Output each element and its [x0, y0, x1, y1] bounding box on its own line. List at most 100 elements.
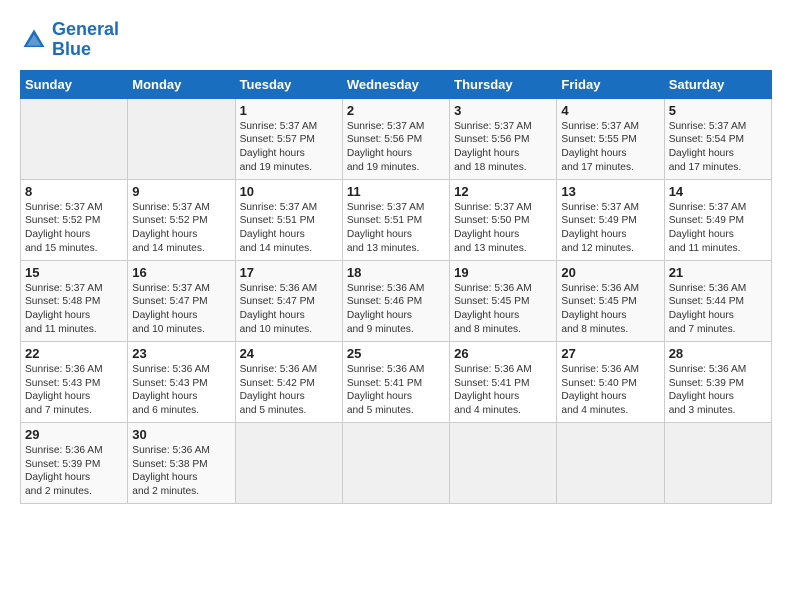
day-number: 24 [240, 346, 338, 361]
day-cell: 18 Sunrise: 5:36 AM Sunset: 5:46 PM Dayl… [342, 260, 449, 341]
day-cell: 22 Sunrise: 5:36 AM Sunset: 5:43 PM Dayl… [21, 341, 128, 422]
header-day-friday: Friday [557, 70, 664, 98]
logo-text: GeneralBlue [52, 20, 119, 60]
day-info: Sunrise: 5:36 AM Sunset: 5:39 PM Dayligh… [669, 363, 767, 418]
day-info: Sunrise: 5:37 AM Sunset: 5:50 PM Dayligh… [454, 201, 552, 256]
day-cell: 27 Sunrise: 5:36 AM Sunset: 5:40 PM Dayl… [557, 341, 664, 422]
day-cell: 3 Sunrise: 5:37 AM Sunset: 5:56 PM Dayli… [450, 98, 557, 179]
day-cell: 11 Sunrise: 5:37 AM Sunset: 5:51 PM Dayl… [342, 179, 449, 260]
day-info: Sunrise: 5:36 AM Sunset: 5:40 PM Dayligh… [561, 363, 659, 418]
week-row-4: 22 Sunrise: 5:36 AM Sunset: 5:43 PM Dayl… [21, 341, 772, 422]
day-number: 23 [132, 346, 230, 361]
day-number: 28 [669, 346, 767, 361]
header-day-wednesday: Wednesday [342, 70, 449, 98]
day-cell: 2 Sunrise: 5:37 AM Sunset: 5:56 PM Dayli… [342, 98, 449, 179]
day-cell: 1 Sunrise: 5:37 AM Sunset: 5:57 PM Dayli… [235, 98, 342, 179]
day-info: Sunrise: 5:37 AM Sunset: 5:55 PM Dayligh… [561, 120, 659, 175]
day-number: 25 [347, 346, 445, 361]
day-number: 27 [561, 346, 659, 361]
day-info: Sunrise: 5:37 AM Sunset: 5:47 PM Dayligh… [132, 282, 230, 337]
day-cell: 9 Sunrise: 5:37 AM Sunset: 5:52 PM Dayli… [128, 179, 235, 260]
day-info: Sunrise: 5:36 AM Sunset: 5:44 PM Dayligh… [669, 282, 767, 337]
calendar-header: SundayMondayTuesdayWednesdayThursdayFrid… [21, 70, 772, 98]
day-info: Sunrise: 5:36 AM Sunset: 5:45 PM Dayligh… [454, 282, 552, 337]
day-number: 12 [454, 184, 552, 199]
day-cell [342, 422, 449, 503]
day-cell: 26 Sunrise: 5:36 AM Sunset: 5:41 PM Dayl… [450, 341, 557, 422]
day-cell: 23 Sunrise: 5:36 AM Sunset: 5:43 PM Dayl… [128, 341, 235, 422]
day-cell: 24 Sunrise: 5:36 AM Sunset: 5:42 PM Dayl… [235, 341, 342, 422]
day-info: Sunrise: 5:37 AM Sunset: 5:56 PM Dayligh… [454, 120, 552, 175]
day-info: Sunrise: 5:37 AM Sunset: 5:49 PM Dayligh… [561, 201, 659, 256]
day-cell: 30 Sunrise: 5:36 AM Sunset: 5:38 PM Dayl… [128, 422, 235, 503]
day-cell: 5 Sunrise: 5:37 AM Sunset: 5:54 PM Dayli… [664, 98, 771, 179]
day-cell [128, 98, 235, 179]
day-info: Sunrise: 5:36 AM Sunset: 5:43 PM Dayligh… [132, 363, 230, 418]
day-cell: 13 Sunrise: 5:37 AM Sunset: 5:49 PM Dayl… [557, 179, 664, 260]
header-day-thursday: Thursday [450, 70, 557, 98]
day-number: 26 [454, 346, 552, 361]
day-info: Sunrise: 5:37 AM Sunset: 5:49 PM Dayligh… [669, 201, 767, 256]
day-info: Sunrise: 5:36 AM Sunset: 5:45 PM Dayligh… [561, 282, 659, 337]
week-row-5: 29 Sunrise: 5:36 AM Sunset: 5:39 PM Dayl… [21, 422, 772, 503]
week-row-2: 8 Sunrise: 5:37 AM Sunset: 5:52 PM Dayli… [21, 179, 772, 260]
day-number: 10 [240, 184, 338, 199]
page-header: GeneralBlue [20, 20, 772, 60]
day-cell: 4 Sunrise: 5:37 AM Sunset: 5:55 PM Dayli… [557, 98, 664, 179]
day-info: Sunrise: 5:37 AM Sunset: 5:57 PM Dayligh… [240, 120, 338, 175]
day-number: 30 [132, 427, 230, 442]
day-number: 11 [347, 184, 445, 199]
day-cell [664, 422, 771, 503]
day-number: 5 [669, 103, 767, 118]
day-info: Sunrise: 5:37 AM Sunset: 5:52 PM Dayligh… [132, 201, 230, 256]
day-number: 13 [561, 184, 659, 199]
day-cell [21, 98, 128, 179]
logo: GeneralBlue [20, 20, 119, 60]
day-info: Sunrise: 5:36 AM Sunset: 5:38 PM Dayligh… [132, 444, 230, 499]
day-info: Sunrise: 5:37 AM Sunset: 5:48 PM Dayligh… [25, 282, 123, 337]
day-number: 21 [669, 265, 767, 280]
day-number: 17 [240, 265, 338, 280]
day-cell: 8 Sunrise: 5:37 AM Sunset: 5:52 PM Dayli… [21, 179, 128, 260]
day-info: Sunrise: 5:37 AM Sunset: 5:54 PM Dayligh… [669, 120, 767, 175]
day-info: Sunrise: 5:36 AM Sunset: 5:47 PM Dayligh… [240, 282, 338, 337]
header-day-sunday: Sunday [21, 70, 128, 98]
day-cell: 16 Sunrise: 5:37 AM Sunset: 5:47 PM Dayl… [128, 260, 235, 341]
day-number: 4 [561, 103, 659, 118]
day-cell: 12 Sunrise: 5:37 AM Sunset: 5:50 PM Dayl… [450, 179, 557, 260]
day-number: 8 [25, 184, 123, 199]
day-info: Sunrise: 5:36 AM Sunset: 5:42 PM Dayligh… [240, 363, 338, 418]
day-number: 18 [347, 265, 445, 280]
day-number: 19 [454, 265, 552, 280]
day-cell: 29 Sunrise: 5:36 AM Sunset: 5:39 PM Dayl… [21, 422, 128, 503]
day-cell: 28 Sunrise: 5:36 AM Sunset: 5:39 PM Dayl… [664, 341, 771, 422]
day-number: 29 [25, 427, 123, 442]
day-info: Sunrise: 5:36 AM Sunset: 5:43 PM Dayligh… [25, 363, 123, 418]
week-row-3: 15 Sunrise: 5:37 AM Sunset: 5:48 PM Dayl… [21, 260, 772, 341]
day-cell: 17 Sunrise: 5:36 AM Sunset: 5:47 PM Dayl… [235, 260, 342, 341]
day-info: Sunrise: 5:36 AM Sunset: 5:46 PM Dayligh… [347, 282, 445, 337]
header-day-saturday: Saturday [664, 70, 771, 98]
day-cell: 15 Sunrise: 5:37 AM Sunset: 5:48 PM Dayl… [21, 260, 128, 341]
calendar-table: SundayMondayTuesdayWednesdayThursdayFrid… [20, 70, 772, 504]
day-cell: 20 Sunrise: 5:36 AM Sunset: 5:45 PM Dayl… [557, 260, 664, 341]
day-info: Sunrise: 5:36 AM Sunset: 5:41 PM Dayligh… [454, 363, 552, 418]
day-number: 22 [25, 346, 123, 361]
day-cell [450, 422, 557, 503]
day-cell [557, 422, 664, 503]
day-number: 20 [561, 265, 659, 280]
calendar-body: 1 Sunrise: 5:37 AM Sunset: 5:57 PM Dayli… [21, 98, 772, 503]
day-info: Sunrise: 5:37 AM Sunset: 5:52 PM Dayligh… [25, 201, 123, 256]
day-number: 16 [132, 265, 230, 280]
header-day-monday: Monday [128, 70, 235, 98]
day-cell: 14 Sunrise: 5:37 AM Sunset: 5:49 PM Dayl… [664, 179, 771, 260]
day-cell: 21 Sunrise: 5:36 AM Sunset: 5:44 PM Dayl… [664, 260, 771, 341]
day-info: Sunrise: 5:36 AM Sunset: 5:41 PM Dayligh… [347, 363, 445, 418]
day-info: Sunrise: 5:36 AM Sunset: 5:39 PM Dayligh… [25, 444, 123, 499]
day-cell: 19 Sunrise: 5:36 AM Sunset: 5:45 PM Dayl… [450, 260, 557, 341]
week-row-1: 1 Sunrise: 5:37 AM Sunset: 5:57 PM Dayli… [21, 98, 772, 179]
day-number: 3 [454, 103, 552, 118]
day-number: 9 [132, 184, 230, 199]
day-cell: 25 Sunrise: 5:36 AM Sunset: 5:41 PM Dayl… [342, 341, 449, 422]
header-row: SundayMondayTuesdayWednesdayThursdayFrid… [21, 70, 772, 98]
